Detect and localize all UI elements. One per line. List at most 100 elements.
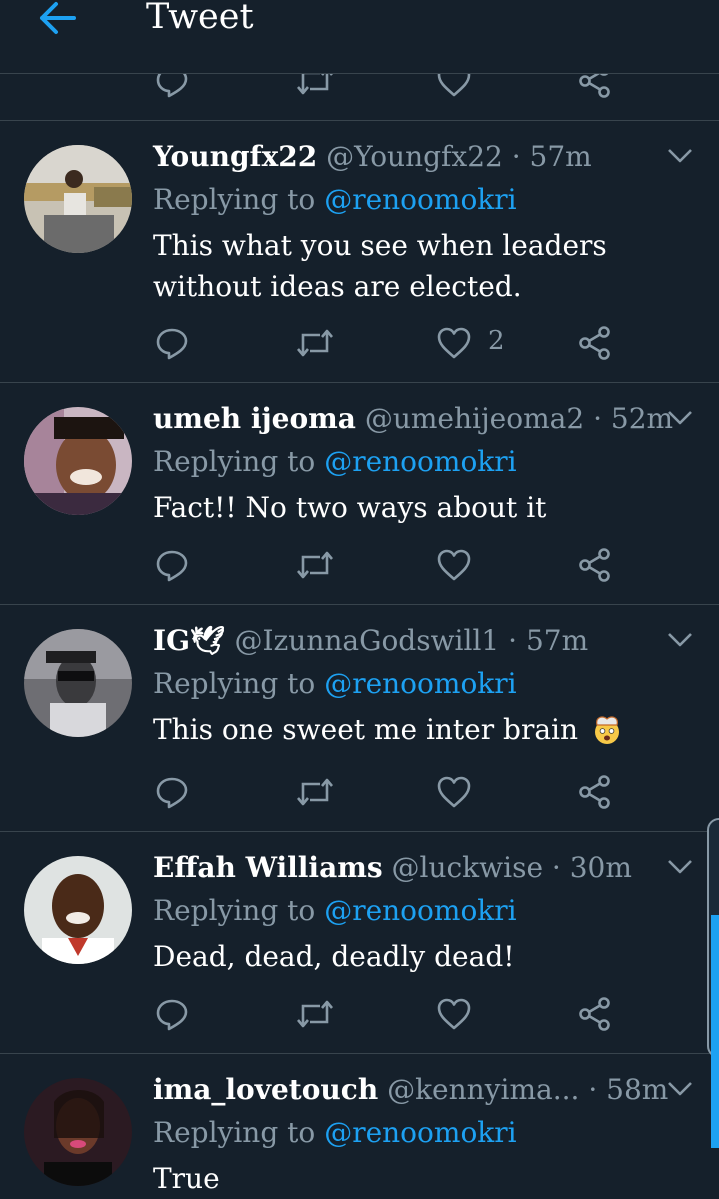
mention-link[interactable]: @renoomokri — [324, 1116, 516, 1149]
scrollbar-thumb[interactable] — [711, 915, 719, 1148]
replying-to-label: Replying to — [153, 183, 316, 216]
share-icon — [577, 547, 613, 583]
mention-link[interactable]: @renoomokri — [324, 183, 516, 216]
replying-to: Replying to @renoomokri — [153, 893, 517, 929]
timestamp[interactable]: 57m — [530, 140, 592, 173]
retweet-icon — [295, 325, 335, 361]
retweet-icon — [295, 73, 335, 99]
replying-to: Replying to @renoomokri — [153, 1115, 517, 1151]
user-handle[interactable]: @umehijeoma2 — [365, 402, 584, 435]
timestamp[interactable]: 58m — [606, 1073, 668, 1106]
like-button[interactable] — [436, 996, 472, 1032]
avatar[interactable] — [24, 145, 132, 253]
mention-link[interactable]: @renoomokri — [324, 894, 516, 927]
share-icon — [577, 73, 613, 99]
tweet-reply[interactable]: Effah Williams @luckwise · 30m Replying … — [0, 832, 719, 1054]
user-handle[interactable]: @IzunnaGodswill1 — [234, 624, 499, 657]
avatar[interactable] — [24, 407, 132, 515]
user-handle[interactable]: @Youngfx22 — [326, 140, 503, 173]
reply-button[interactable] — [154, 996, 190, 1032]
timestamp[interactable]: 52m — [611, 402, 673, 435]
mention-link[interactable]: @renoomokri — [324, 667, 516, 700]
chevron-down-icon — [667, 858, 693, 876]
tweet-header: Youngfx22 @Youngfx22 · 57m — [153, 139, 663, 175]
reply-icon — [154, 73, 190, 99]
retweet-button[interactable] — [295, 73, 335, 99]
more-options-button[interactable] — [667, 147, 693, 165]
avatar[interactable] — [24, 629, 132, 737]
top-bar: Tweet — [0, 0, 719, 74]
heart-icon — [436, 547, 472, 583]
display-name[interactable]: Youngfx22 — [153, 140, 317, 173]
separator-dot: · — [588, 1073, 598, 1106]
display-name[interactable]: IG🕊 — [153, 624, 226, 657]
share-button[interactable] — [577, 774, 613, 810]
share-icon — [577, 996, 613, 1032]
reply-button[interactable] — [154, 325, 190, 361]
replying-to-label: Replying to — [153, 667, 316, 700]
display-name[interactable]: ima_lovetouch — [153, 1073, 378, 1106]
replying-to: Replying to @renoomokri — [153, 444, 517, 480]
tweet-reply[interactable]: ima_lovetouch @kennyima... · 58m Replyin… — [0, 1054, 719, 1195]
timestamp[interactable]: 30m — [570, 851, 632, 884]
retweet-button[interactable] — [295, 774, 335, 810]
tweet-text-content: This one sweet me inter brain — [153, 713, 579, 746]
avatar[interactable] — [24, 856, 132, 964]
mention-link[interactable]: @renoomokri — [324, 445, 516, 478]
tweet-text: This what you see when leaders without i… — [153, 229, 607, 303]
heart-icon — [436, 325, 472, 361]
more-options-button[interactable] — [667, 858, 693, 876]
tweet-header: umeh ijeoma @umehijeoma2 · 52m — [153, 401, 673, 437]
chevron-down-icon — [667, 147, 693, 165]
replying-to: Replying to @renoomokri — [153, 666, 517, 702]
like-button[interactable] — [436, 547, 472, 583]
share-button[interactable] — [577, 73, 613, 99]
tweet-header: Effah Williams @luckwise · 30m — [153, 850, 663, 886]
tweet-header: IG🕊 @IzunnaGodswill1 · 57m — [153, 623, 663, 659]
like-button[interactable] — [436, 73, 472, 99]
reply-button[interactable] — [154, 73, 190, 99]
reply-button[interactable] — [154, 547, 190, 583]
like-button[interactable] — [436, 325, 472, 361]
share-icon — [577, 325, 613, 361]
tweet-reply[interactable]: umeh ijeoma @umehijeoma2 · 52m Replying … — [0, 383, 719, 605]
heart-icon — [436, 996, 472, 1032]
tweet-reply[interactable]: Youngfx22 @Youngfx22 · 57m Replying to @… — [0, 121, 719, 383]
back-button[interactable] — [36, 0, 78, 38]
like-button[interactable] — [436, 774, 472, 810]
chevron-down-icon — [667, 631, 693, 649]
timestamp[interactable]: 57m — [526, 624, 588, 657]
retweet-button[interactable] — [295, 996, 335, 1032]
previous-tweet-actions — [0, 73, 719, 121]
user-handle[interactable]: @luckwise — [392, 851, 544, 884]
share-button[interactable] — [577, 325, 613, 361]
retweet-button[interactable] — [295, 547, 335, 583]
replying-to-label: Replying to — [153, 1116, 316, 1149]
chevron-down-icon — [667, 409, 693, 427]
more-options-button[interactable] — [667, 409, 693, 427]
more-options-button[interactable] — [667, 631, 693, 649]
tweet-actions — [0, 996, 719, 1036]
retweet-icon — [295, 996, 335, 1032]
display-name[interactable]: Effah Williams — [153, 851, 383, 884]
separator-dot: · — [593, 402, 602, 435]
tweet-text: This one sweet me inter brain — [153, 709, 653, 750]
replying-to: Replying to @renoomokri — [153, 182, 517, 218]
reply-icon — [154, 774, 190, 810]
avatar[interactable] — [24, 1078, 132, 1186]
retweet-button[interactable] — [295, 325, 335, 361]
retweet-icon — [295, 547, 335, 583]
more-options-button[interactable] — [667, 1080, 693, 1098]
reply-button[interactable] — [154, 774, 190, 810]
separator-dot: · — [508, 624, 518, 657]
share-button[interactable] — [577, 547, 613, 583]
separator-dot: · — [511, 140, 521, 173]
replying-to-label: Replying to — [153, 445, 316, 478]
tweet-actions — [0, 547, 719, 587]
share-button[interactable] — [577, 996, 613, 1032]
user-handle[interactable]: @kennyima... — [387, 1073, 579, 1106]
tweet-text: Fact!! No two ways about it — [153, 491, 547, 524]
heart-icon — [436, 774, 472, 810]
tweet-reply[interactable]: IG🕊 @IzunnaGodswill1 · 57m Replying to @… — [0, 605, 719, 832]
display-name[interactable]: umeh ijeoma — [153, 402, 356, 435]
